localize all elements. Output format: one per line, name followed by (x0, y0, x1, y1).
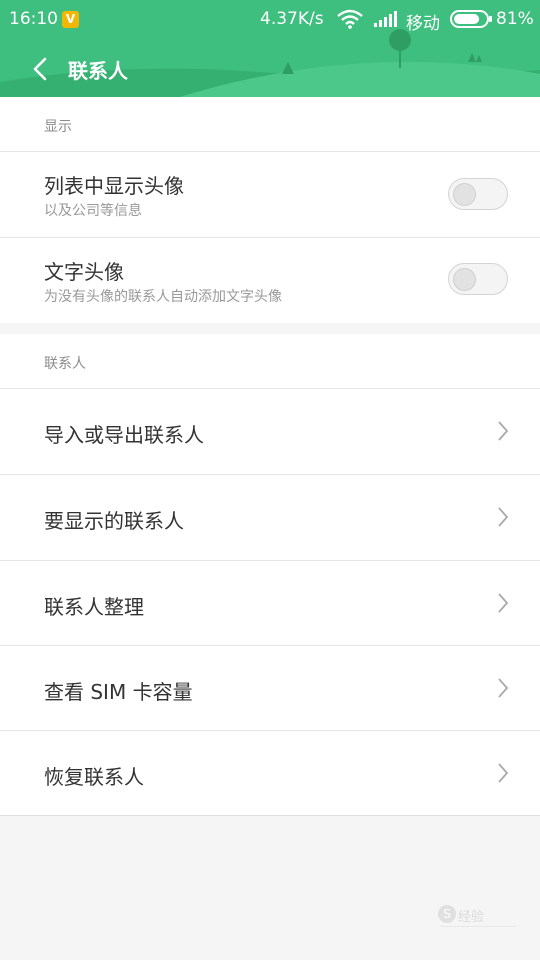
battery-percent: 81% (496, 9, 534, 29)
setting-row-show-avatar[interactable]: 列表中显示头像 以及公司等信息 (0, 152, 540, 237)
watermark-underline (440, 926, 516, 927)
menu-item-sim-capacity[interactable]: 查看 SIM 卡容量 (0, 646, 540, 731)
chevron-right-icon (498, 507, 509, 527)
chevron-right-icon (498, 421, 509, 441)
setting-row-text-avatar[interactable]: 文字头像 为没有头像的联系人自动添加文字头像 (0, 238, 540, 323)
menu-item-label: 联系人整理 (44, 595, 144, 619)
signal-icon (374, 11, 397, 27)
menu-item-label: 恢复联系人 (44, 765, 144, 789)
menu-item-restore-contacts[interactable]: 恢复联系人 (0, 731, 540, 816)
toggle-knob (453, 183, 476, 206)
chevron-right-icon (498, 763, 509, 783)
menu-item-label: 导入或导出联系人 (44, 423, 204, 447)
menu-item-label: 要显示的联系人 (44, 509, 184, 533)
notification-badge-icon: V (62, 11, 79, 28)
toggle-knob (453, 268, 476, 291)
status-time: 16:10 (9, 9, 58, 29)
text-avatar-toggle[interactable] (448, 263, 508, 295)
network-speed: 4.37K/s (260, 9, 324, 29)
watermark-logo-icon: S (438, 905, 456, 923)
setting-subtitle: 为没有头像的联系人自动添加文字头像 (44, 289, 282, 305)
setting-title: 文字头像 (44, 260, 124, 284)
header-bar: 16:10 V 4.37K/s 移动 81% 联系人 (0, 0, 540, 97)
menu-item-import-export[interactable]: 导入或导出联系人 (0, 389, 540, 474)
page-title: 联系人 (68, 59, 128, 83)
chevron-right-icon (498, 678, 509, 698)
show-avatar-toggle[interactable] (448, 178, 508, 210)
wifi-icon (337, 9, 363, 29)
setting-title: 列表中显示头像 (44, 174, 184, 198)
menu-item-organize-contacts[interactable]: 联系人整理 (0, 561, 540, 646)
watermark-text: 经验 (458, 910, 485, 925)
contacts-settings-section: 联系人 导入或导出联系人 要显示的联系人 联系人整理 查看 SIM 卡容量 恢复… (0, 334, 540, 816)
status-bar: 16:10 V 4.37K/s 移动 81% (0, 0, 540, 38)
section-header-display: 显示 (44, 119, 72, 135)
section-header-contacts: 联系人 (44, 356, 86, 372)
display-settings-section: 显示 列表中显示头像 以及公司等信息 文字头像 为没有头像的联系人自动添加文字头… (0, 97, 540, 323)
carrier-name: 移动 (406, 14, 440, 34)
back-arrow-icon[interactable] (26, 54, 56, 84)
setting-subtitle: 以及公司等信息 (44, 203, 142, 219)
battery-icon (450, 10, 492, 28)
menu-item-label: 查看 SIM 卡容量 (44, 680, 193, 704)
menu-item-contacts-to-display[interactable]: 要显示的联系人 (0, 475, 540, 560)
chevron-right-icon (498, 593, 509, 613)
